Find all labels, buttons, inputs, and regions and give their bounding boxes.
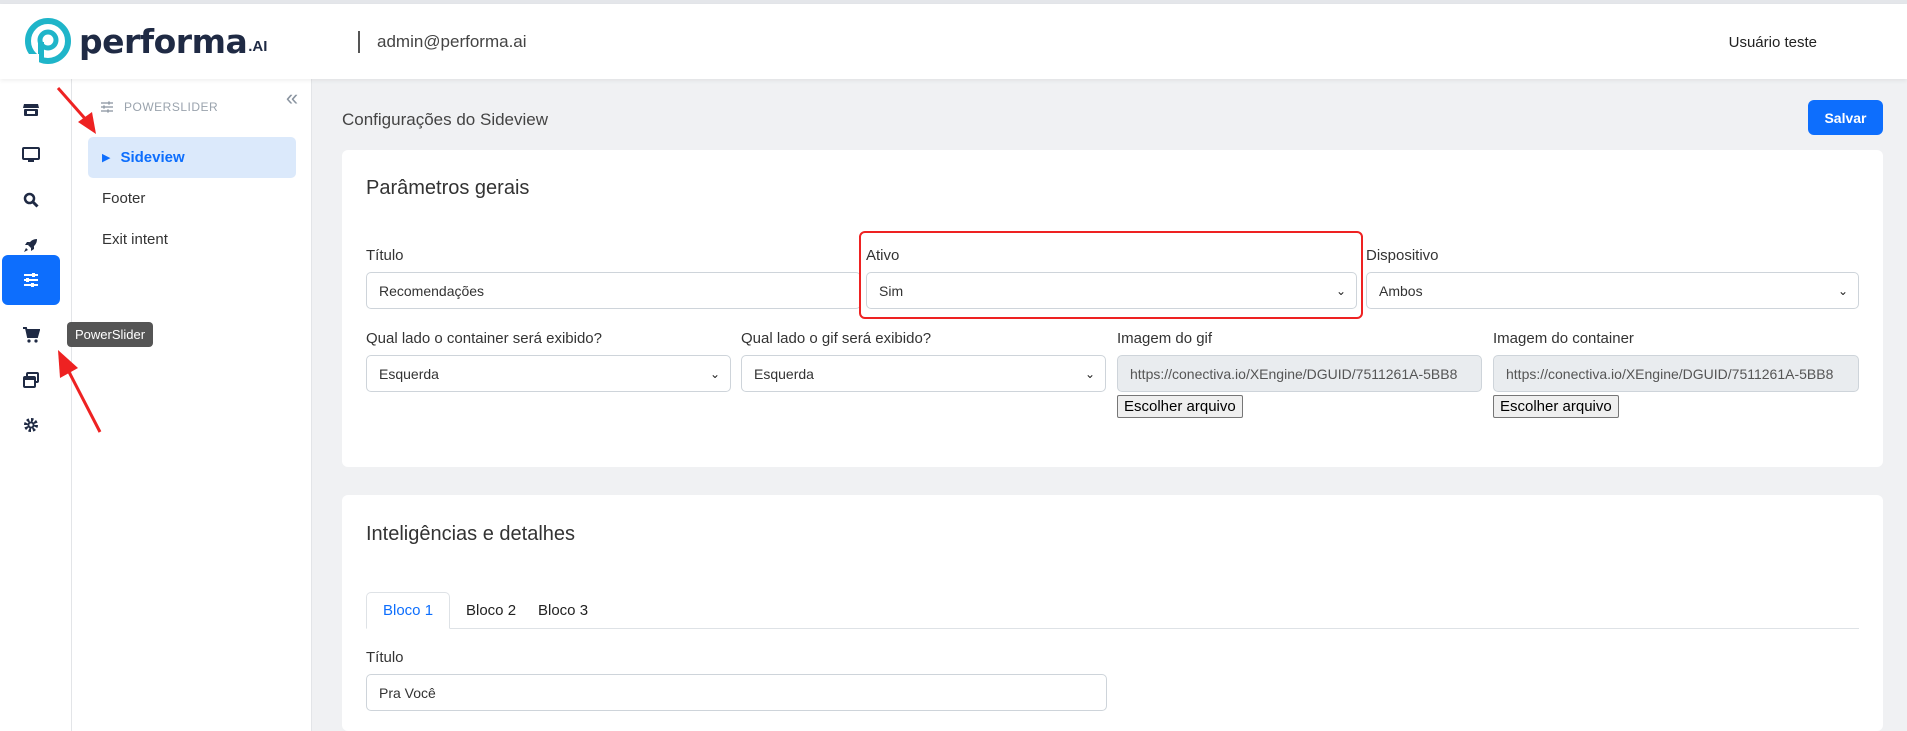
subnav-item-footer[interactable]: Footer [88, 178, 296, 219]
gear-icon [24, 418, 38, 432]
chevron-down-icon: ⌄ [709, 366, 720, 381]
header-divider [358, 31, 360, 53]
titulo-field: Título Recomendações [366, 247, 861, 309]
tab-bloco-1[interactable]: Bloco 1 [366, 592, 451, 629]
titulo-input[interactable]: Recomendações [366, 272, 861, 309]
card-title: Parâmetros gerais [366, 177, 530, 199]
select-value: Esquerda [379, 365, 439, 382]
choose-file-button[interactable]: Escolher arquivo [1117, 395, 1243, 418]
performa-logo-icon [25, 18, 71, 64]
subnav-item-exit-intent[interactable]: Exit intent [88, 219, 296, 260]
sliders-icon [101, 101, 113, 113]
powerslider-tooltip: PowerSlider [67, 322, 154, 347]
imagem-gif-field: Imagem do gif https://conectiva.io/XEngi… [1117, 330, 1482, 418]
chevron-down-icon: ⌄ [1084, 366, 1095, 381]
subnav-item-label: Exit intent [102, 231, 168, 248]
imagem-container-url: https://conectiva.io/XEngine/DGUID/75112… [1493, 355, 1859, 392]
app-header: performa .AI admin@performa.ai Usuário t… [0, 4, 1907, 79]
subnav-item-label: Sideview [120, 149, 185, 166]
annotation-arrow [56, 87, 96, 134]
dispositivo-field: Dispositivo Ambos ⌄ [1366, 247, 1859, 309]
account-email: admin@performa.ai [377, 32, 527, 51]
tab-bloco-2[interactable]: Bloco 2 [450, 592, 532, 629]
rail-powerslider[interactable] [2, 255, 60, 305]
collapse-sidebar-icon[interactable]: « [282, 87, 302, 109]
main-content: Configurações do Sideview Salvar Parâmet… [313, 79, 1907, 731]
select-value: Esquerda [754, 365, 814, 382]
user-menu[interactable]: Usuário teste [1729, 34, 1817, 51]
annotation-arrow [58, 350, 102, 433]
field-label: Imagem do gif [1117, 330, 1213, 347]
subnav-heading-label: POWERSLIDER [124, 100, 219, 114]
imagem-container-field: Imagem do container https://conectiva.io… [1493, 330, 1859, 418]
bloco-titulo-field: Título Pra Você [366, 649, 1107, 711]
block-tabs: Bloco 1 Bloco 2 Bloco 3 [366, 592, 1859, 629]
subnav-heading: POWERSLIDER [100, 100, 218, 114]
lado-container-select[interactable]: Esquerda ⌄ [366, 355, 731, 392]
search-icon [23, 192, 39, 208]
subnav-item-sideview[interactable]: ▶ Sideview [88, 137, 296, 178]
field-label: Imagem do container [1493, 330, 1634, 347]
field-label: Título [366, 649, 404, 666]
field-label: Título [366, 247, 404, 264]
logo[interactable]: performa .AI [25, 18, 267, 64]
choose-file-button[interactable]: Escolher arquivo [1493, 395, 1619, 418]
subnav-item-label: Footer [102, 190, 146, 207]
field-label: Qual lado o gif será exibido? [741, 330, 932, 347]
imagem-gif-url: https://conectiva.io/XEngine/DGUID/75112… [1117, 355, 1482, 392]
store-icon [23, 104, 39, 116]
caret-right-icon: ▶ [102, 152, 111, 164]
page-title: Configurações do Sideview [342, 110, 549, 129]
highlight-box [859, 231, 1363, 319]
dispositivo-select[interactable]: Ambos ⌄ [1366, 272, 1859, 309]
save-button[interactable]: Salvar [1808, 100, 1883, 135]
rocket-icon [24, 239, 37, 252]
rail-search[interactable] [2, 175, 60, 225]
sliders-icon [24, 273, 38, 287]
lado-gif-field: Qual lado o gif será exibido? Esquerda ⌄ [741, 330, 1106, 392]
card-title: Inteligências e detalhes [366, 523, 576, 545]
select-value: Ambos [1379, 282, 1423, 299]
field-label: Dispositivo [1366, 247, 1439, 264]
lado-gif-select[interactable]: Esquerda ⌄ [741, 355, 1106, 392]
intelligence-card: Inteligências e detalhes Bloco 1 Bloco 2… [342, 495, 1883, 731]
logo-suffix: .AI [248, 37, 268, 55]
windows-icon [23, 372, 39, 388]
tab-bloco-3[interactable]: Bloco 3 [522, 592, 604, 629]
monitor-icon [22, 147, 40, 162]
lado-container-field: Qual lado o container será exibido? Esqu… [366, 330, 731, 392]
logo-text: performa [79, 21, 248, 61]
field-label: Qual lado o container será exibido? [366, 330, 602, 347]
bloco-titulo-input[interactable]: Pra Você [366, 674, 1107, 711]
chevron-down-icon: ⌄ [1837, 283, 1848, 298]
cart-icon [23, 327, 40, 343]
